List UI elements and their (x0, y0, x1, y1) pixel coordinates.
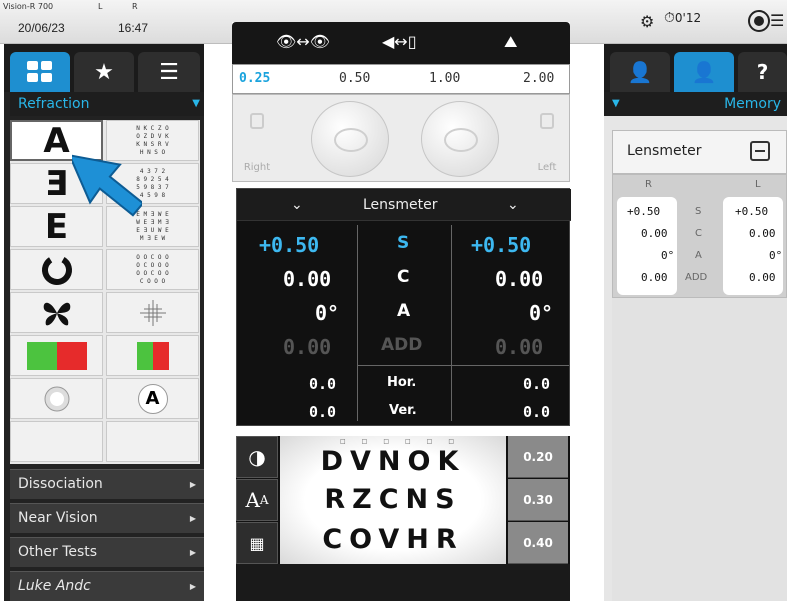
font-size-icon[interactable]: AA (236, 479, 278, 521)
system-name: Vision-R 700 (3, 2, 54, 11)
time-display: 16:47 (118, 21, 149, 35)
mask-icon[interactable]: ▦ (236, 522, 278, 564)
patient-file-tab[interactable]: 👤 (610, 52, 670, 92)
chart-dot-circle[interactable] (10, 378, 103, 419)
lensmeter-title: Lensmeter (363, 197, 438, 213)
contrast-icon[interactable]: ◑ (236, 436, 278, 478)
list-tab[interactable]: ☰ (138, 52, 200, 92)
dropdown-arrow-icon: ▼ (612, 98, 620, 109)
memory-body (612, 298, 787, 601)
star-icon: ★ (94, 59, 114, 85)
distance-value-0[interactable]: 0.25 (239, 71, 270, 86)
minus-button[interactable] (750, 141, 770, 161)
menu-patient[interactable]: Luke Andc ▶ (10, 571, 204, 601)
left-eye-button[interactable] (421, 101, 499, 177)
chart-circled-letter[interactable]: A (106, 378, 199, 419)
distance-values: 0.25 0.50 1.00 2.00 (232, 64, 570, 94)
chevron-down-icon[interactable]: ⌄ (291, 197, 303, 213)
l-indicator: L (98, 2, 103, 11)
list-icon: ☰ (159, 59, 179, 85)
right-eye-button[interactable] (311, 101, 389, 177)
distance-icon[interactable]: ◀↔▯ (382, 32, 417, 51)
category-label: Refraction (18, 96, 90, 112)
left-panel: ★ ☰ Refraction ▼ A N K C Z OO Z D V KK N… (4, 44, 204, 601)
chart-cross-grid[interactable] (106, 292, 199, 333)
landolt-c-icon (41, 254, 72, 285)
optotype-line-1[interactable]: DVNOK (280, 446, 506, 477)
acuity-button-1[interactable]: 0.20 (508, 436, 568, 478)
eye-selector: Right Left (232, 94, 570, 182)
target-icon[interactable] (748, 10, 770, 32)
dot-circle-icon (44, 386, 69, 411)
arrow-right-icon: ▶ (189, 514, 196, 523)
memory-label: Memory (724, 96, 781, 112)
optotype-display: □□□□□□ DVNOK RZCNS COVHR (280, 436, 506, 564)
distance-value-3[interactable]: 2.00 (523, 71, 554, 86)
chart-sunburst[interactable] (106, 421, 199, 462)
acuity-button-3[interactable]: 0.40 (508, 522, 568, 564)
landscape-icon[interactable]: ⛰ (504, 32, 517, 52)
chart-fan[interactable] (10, 421, 103, 462)
dropdown-arrow-icon: ▼ (192, 98, 200, 109)
lensmeter-row-add[interactable]: 0.00 ADD 0.00 (237, 329, 571, 363)
chart-landolt-c-preview[interactable]: O O C O OO C O O OO O C O OC O O O (106, 249, 199, 290)
right-tabs: 👤 👤 ? (604, 44, 787, 92)
memory-select[interactable]: ▼ Memory (604, 92, 787, 116)
patient-file-icon: 👤 (627, 60, 653, 84)
left-tabs: ★ ☰ (4, 44, 204, 92)
cross-grid-icon (139, 299, 166, 326)
timer-value: 0'12 (674, 11, 702, 25)
menu-near-vision[interactable]: Near Vision ▶ (10, 503, 204, 533)
lensmeter-row-vertical[interactable]: 0.0 Ver. 0.0 (237, 395, 571, 429)
lensmeter-row-cylinder[interactable]: 0.00 C 0.00 (237, 261, 571, 295)
patient-history-icon: 👤 (691, 60, 717, 84)
lock-icon (250, 113, 264, 129)
distance-control: 👁↔👁 ◀↔▯ ⛰ 0.25 0.50 1.00 2.00 Right Left (232, 22, 570, 182)
right-eye-lock[interactable]: Right (235, 97, 279, 181)
arrow-right-icon: ▶ (189, 548, 196, 557)
butterfly-icon (43, 302, 70, 325)
mode-icon-row: 👁↔👁 ◀↔▯ ⛰ (232, 22, 570, 64)
lensmeter-header[interactable]: ⌄ Lensmeter ⌄ (237, 189, 571, 221)
memory-table: R L +0.50 S +0.50 0.00 C 0.00 0° A 0° 0.… (612, 174, 787, 298)
arrow-right-icon: ▶ (189, 582, 196, 591)
test-category-select[interactable]: Refraction ▼ (10, 92, 204, 116)
grid-icon (27, 61, 52, 82)
lensmeter-row-axis[interactable]: 0° A 0° (237, 295, 571, 329)
menu-icon[interactable]: ☰ (770, 11, 784, 30)
menu-other-tests[interactable]: Other Tests ▶ (10, 537, 204, 567)
acuity-button-2[interactable]: 0.30 (508, 479, 568, 521)
left-eye-lock[interactable]: Left (525, 97, 569, 181)
chart-landolt-c[interactable] (10, 249, 103, 290)
convergence-icon[interactable]: 👁↔👁 (276, 32, 330, 51)
timer-display[interactable]: ⏱0'12 (664, 10, 701, 26)
grid-tab[interactable] (10, 52, 70, 92)
chart-red-green-letters[interactable] (10, 335, 103, 376)
question-icon: ? (756, 60, 769, 84)
chevron-down-icon[interactable]: ⌄ (507, 197, 519, 213)
distance-value-2[interactable]: 1.00 (429, 71, 460, 86)
distance-value-1[interactable]: 0.50 (339, 71, 370, 86)
pointer-arrow-icon (72, 153, 142, 217)
lock-icon (540, 113, 554, 129)
optotype-line-2[interactable]: RZCNS (280, 484, 506, 515)
date-display: 20/06/23 (18, 21, 65, 35)
optotype-line-3[interactable]: COVHR (280, 524, 506, 555)
chart-butterfly[interactable] (10, 292, 103, 333)
lensmeter-panel: ⌄ Lensmeter ⌄ +0.50 S +0.50 0.00 C 0.00 … (236, 188, 571, 429)
r-indicator: R (132, 2, 138, 11)
favorites-tab[interactable]: ★ (74, 52, 134, 92)
arrow-right-icon: ▶ (189, 480, 196, 489)
patient-history-tab[interactable]: 👤 (674, 52, 734, 92)
help-tab[interactable]: ? (738, 52, 787, 92)
chart-red-green-circles[interactable] (106, 335, 199, 376)
right-panel: 👤 👤 ? ▼ Memory Lensmeter R L +0.50 S +0.… (604, 44, 787, 601)
gear-icon[interactable]: ⚙ (640, 12, 654, 31)
lensmeter-row-sphere[interactable]: +0.50 S +0.50 (237, 227, 571, 261)
optotype-chart: ◑ AA ▦ □□□□□□ DVNOK RZCNS COVHR 0.20 0.3… (236, 436, 570, 601)
menu-dissociation[interactable]: Dissociation ▶ (10, 469, 204, 499)
